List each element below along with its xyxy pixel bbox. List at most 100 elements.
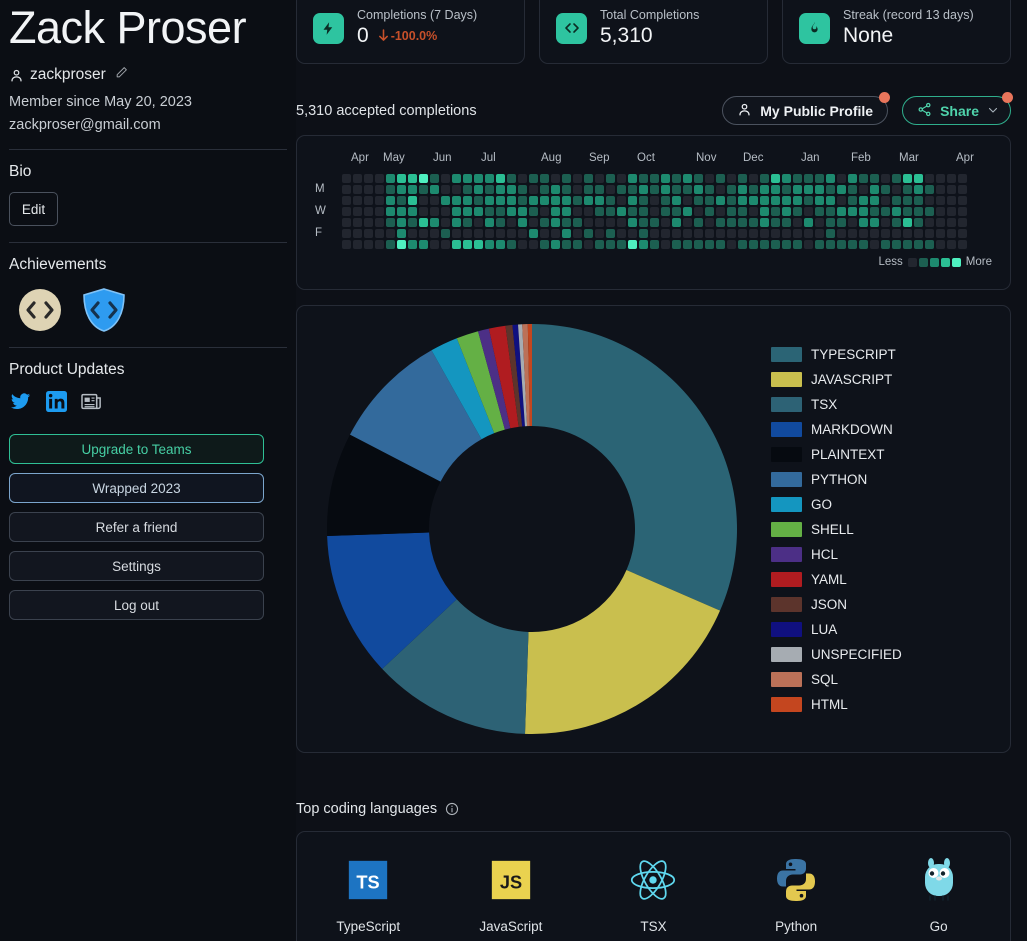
heatmap-cell[interactable] — [859, 240, 868, 249]
heatmap-cell[interactable] — [881, 196, 890, 205]
heatmap-cell[interactable] — [760, 218, 769, 227]
heatmap-cell[interactable] — [452, 207, 461, 216]
heatmap-cell[interactable] — [353, 196, 362, 205]
legend-item[interactable]: PYTHON — [771, 467, 902, 491]
heatmap-cell[interactable] — [914, 196, 923, 205]
heatmap-cell[interactable] — [397, 229, 406, 238]
heatmap-cell[interactable] — [353, 207, 362, 216]
heatmap-cell[interactable] — [672, 229, 681, 238]
heatmap-cell[interactable] — [683, 196, 692, 205]
heatmap-cell[interactable] — [485, 218, 494, 227]
heatmap-cell[interactable] — [870, 196, 879, 205]
heatmap-cell[interactable] — [881, 207, 890, 216]
heatmap-cell[interactable] — [881, 174, 890, 183]
heatmap-cell[interactable] — [936, 207, 945, 216]
heatmap-cell[interactable] — [617, 207, 626, 216]
heatmap-cell[interactable] — [925, 229, 934, 238]
heatmap-cell[interactable] — [672, 185, 681, 194]
heatmap-cell[interactable] — [815, 207, 824, 216]
heatmap-cell[interactable] — [936, 196, 945, 205]
settings-button[interactable]: Settings — [9, 551, 264, 581]
heatmap-cell[interactable] — [485, 229, 494, 238]
log-out-button[interactable]: Log out — [9, 590, 264, 620]
heatmap-cell[interactable] — [364, 207, 373, 216]
heatmap-cell[interactable] — [760, 196, 769, 205]
heatmap-cell[interactable] — [430, 207, 439, 216]
heatmap-cell[interactable] — [837, 185, 846, 194]
heatmap-cell[interactable] — [386, 229, 395, 238]
heatmap-cell[interactable] — [639, 240, 648, 249]
heatmap-cell[interactable] — [628, 185, 637, 194]
heatmap-cell[interactable] — [793, 218, 802, 227]
heatmap-cell[interactable] — [397, 174, 406, 183]
heatmap-cell[interactable] — [837, 218, 846, 227]
heatmap-cell[interactable] — [705, 174, 714, 183]
heatmap-cell[interactable] — [342, 174, 351, 183]
heatmap-cell[interactable] — [815, 229, 824, 238]
heatmap-cell[interactable] — [562, 174, 571, 183]
heatmap-cell[interactable] — [903, 207, 912, 216]
heatmap-cell[interactable] — [584, 196, 593, 205]
heatmap-cell[interactable] — [507, 185, 516, 194]
heatmap-cell[interactable] — [551, 207, 560, 216]
heatmap-cell[interactable] — [452, 229, 461, 238]
heatmap-cell[interactable] — [749, 196, 758, 205]
heatmap-cell[interactable] — [496, 174, 505, 183]
heatmap-cell[interactable] — [342, 218, 351, 227]
heatmap-cell[interactable] — [837, 196, 846, 205]
heatmap-cell[interactable] — [573, 207, 582, 216]
heatmap-cell[interactable] — [903, 229, 912, 238]
heatmap-cell[interactable] — [958, 174, 967, 183]
heatmap-cell[interactable] — [507, 229, 516, 238]
heatmap-cell[interactable] — [485, 185, 494, 194]
heatmap-cell[interactable] — [859, 174, 868, 183]
heatmap-cell[interactable] — [837, 174, 846, 183]
heatmap-cell[interactable] — [683, 185, 692, 194]
heatmap-cell[interactable] — [672, 218, 681, 227]
heatmap-cell[interactable] — [430, 174, 439, 183]
heatmap-cell[interactable] — [562, 229, 571, 238]
pencil-icon[interactable] — [115, 66, 128, 84]
heatmap-cell[interactable] — [386, 196, 395, 205]
heatmap-cell[interactable] — [639, 218, 648, 227]
heatmap-cell[interactable] — [650, 240, 659, 249]
upgrade-to-teams-button[interactable]: Upgrade to Teams — [9, 434, 264, 464]
legend-item[interactable]: UNSPECIFIED — [771, 642, 902, 666]
heatmap-cell[interactable] — [914, 218, 923, 227]
heatmap-cell[interactable] — [584, 185, 593, 194]
heatmap-cell[interactable] — [716, 185, 725, 194]
heatmap-cell[interactable] — [925, 240, 934, 249]
my-public-profile-button[interactable]: My Public Profile — [722, 96, 888, 125]
heatmap-cell[interactable] — [397, 218, 406, 227]
heatmap-cell[interactable] — [375, 218, 384, 227]
heatmap-cell[interactable] — [815, 218, 824, 227]
heatmap-cell[interactable] — [727, 229, 736, 238]
heatmap-cell[interactable] — [606, 174, 615, 183]
heatmap-cell[interactable] — [397, 185, 406, 194]
heatmap-cell[interactable] — [804, 174, 813, 183]
heatmap-cell[interactable] — [804, 218, 813, 227]
heatmap-cell[interactable] — [694, 207, 703, 216]
heatmap-cell[interactable] — [925, 174, 934, 183]
heatmap-cell[interactable] — [738, 207, 747, 216]
heatmap-cell[interactable] — [947, 229, 956, 238]
heatmap-cell[interactable] — [782, 207, 791, 216]
heatmap-cell[interactable] — [606, 229, 615, 238]
heatmap-cell[interactable] — [694, 185, 703, 194]
heatmap-cell[interactable] — [826, 229, 835, 238]
heatmap-cell[interactable] — [529, 196, 538, 205]
heatmap-cell[interactable] — [826, 207, 835, 216]
heatmap-cell[interactable] — [848, 174, 857, 183]
heatmap-cell[interactable] — [419, 218, 428, 227]
heatmap-cell[interactable] — [617, 196, 626, 205]
heatmap-cell[interactable] — [529, 185, 538, 194]
heatmap-cell[interactable] — [650, 229, 659, 238]
heatmap-cell[interactable] — [815, 174, 824, 183]
heatmap-cell[interactable] — [353, 185, 362, 194]
heatmap-cell[interactable] — [683, 240, 692, 249]
heatmap-cell[interactable] — [551, 229, 560, 238]
heatmap-cell[interactable] — [694, 240, 703, 249]
heatmap-cell[interactable] — [408, 229, 417, 238]
heatmap-cell[interactable] — [639, 196, 648, 205]
heatmap-cell[interactable] — [441, 229, 450, 238]
